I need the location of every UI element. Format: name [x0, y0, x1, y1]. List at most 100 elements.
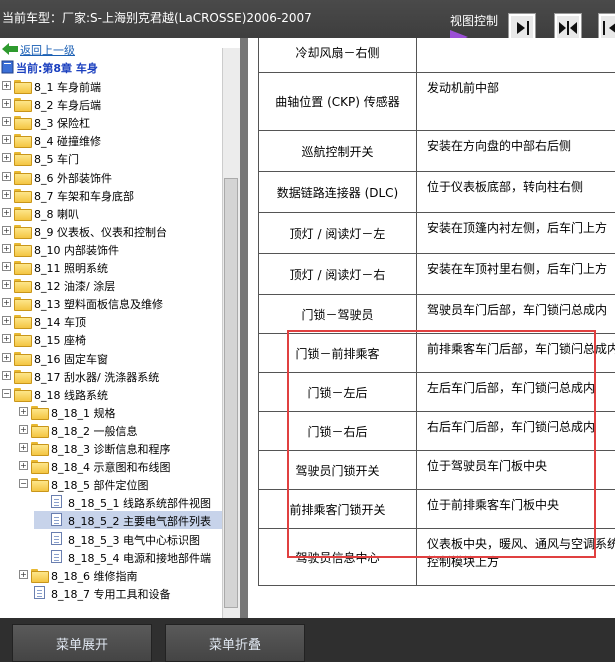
expand-icon[interactable]: +: [2, 99, 11, 109]
component-name: 数据链路连接器 (DLC): [259, 172, 417, 212]
tree-item-label: 8_15 座椅: [34, 334, 86, 348]
folder-icon: [14, 297, 32, 312]
tree-item[interactable]: +8_7 车架和车身底部: [0, 186, 222, 204]
table-row: 巡航控制开关 安装在方向盘的中部右后侧: [259, 131, 615, 172]
table-row: 顶灯 / 阅读灯－左 安装在顶篷内衬左侧，后车门上方: [259, 213, 615, 254]
expand-icon[interactable]: +: [2, 316, 11, 326]
back-link[interactable]: 返回上一级: [0, 40, 222, 58]
bottom-bar: 菜单展开 菜单折叠: [0, 618, 615, 662]
current-chapter-label: 当前:第8章 车身: [16, 62, 98, 75]
current-vehicle: 当前车型：厂家:S-上海别克君越(LaCROSSE)2006-2007: [2, 11, 312, 25]
expand-icon[interactable]: +: [19, 461, 28, 471]
tree-item[interactable]: +8_3 保险杠: [0, 113, 222, 131]
component-name: 冷却风扇－右侧: [259, 38, 417, 72]
component-name: 曲轴位置 (CKP) 传感器: [259, 73, 417, 130]
document-icon: [34, 585, 45, 599]
tree-item[interactable]: +8_12 油漆/ 涂层: [0, 276, 222, 294]
expand-icon[interactable]: +: [19, 424, 28, 434]
folder-icon: [14, 206, 32, 221]
tree-item[interactable]: +8_18_6 维修指南: [17, 566, 222, 584]
component-name: 门锁－驾驶员: [259, 295, 417, 333]
menu-collapse-button[interactable]: 菜单折叠: [165, 624, 305, 662]
folder-icon: [31, 460, 49, 475]
tree-item[interactable]: +8_1 车身前端: [0, 77, 222, 95]
expand-icon[interactable]: +: [2, 262, 11, 271]
folder-icon: [31, 423, 49, 438]
collapse-icon[interactable]: −: [19, 479, 28, 489]
tree-item[interactable]: 8_18_5_2 主要电气部件列表: [34, 511, 222, 530]
tree-item-label: 8_18_6 维修指南: [51, 569, 138, 583]
expand-icon[interactable]: +: [2, 207, 11, 217]
expand-icon[interactable]: +: [19, 569, 28, 579]
document-icon: [51, 531, 62, 545]
tree-item[interactable]: +8_6 外部装饰件: [0, 168, 222, 186]
tree-item[interactable]: +8_5 车门: [0, 149, 222, 167]
folder-icon: [14, 134, 32, 149]
expand-icon[interactable]: +: [19, 406, 28, 416]
tree-item[interactable]: +8_14 车顶: [0, 312, 222, 330]
expand-icon[interactable]: +: [2, 243, 11, 253]
tree-item-label: 8_2 车身后端: [34, 99, 101, 113]
tree-item[interactable]: +8_18_3 诊断信息和程序: [17, 439, 222, 457]
menu-expand-button[interactable]: 菜单展开: [12, 624, 152, 662]
collapse-icon[interactable]: −: [2, 388, 11, 398]
tree-scrollbar-thumb[interactable]: [224, 178, 238, 608]
folder-icon: [14, 351, 32, 366]
tree-item[interactable]: − 8_18_5 部件定位图: [17, 475, 222, 493]
tree-item[interactable]: +8_9 仪表板、仪表和控制台: [0, 222, 222, 240]
tree-item[interactable]: 8_18_7 专用工具和设备: [17, 584, 222, 602]
expand-icon[interactable]: +: [2, 370, 11, 380]
tree-item[interactable]: 8_18_5_4 电源和接地部件端: [34, 548, 222, 566]
tree-item-label: 8_18_5_1 线路系统部件视图: [68, 497, 211, 511]
folder-icon: [14, 170, 32, 185]
folder-icon: [31, 405, 49, 420]
folder-icon: [31, 568, 49, 583]
tree-item[interactable]: +8_17 刮水器/ 洗涤器系统: [0, 367, 222, 385]
tree-item[interactable]: +8_13 塑料面板信息及维修: [0, 294, 222, 312]
table-row: 顶灯 / 阅读灯－右 安装在车顶衬里右侧，后车门上方: [259, 254, 615, 295]
tree-item-label: 8_3 保险杠: [34, 117, 90, 131]
pane-splitter[interactable]: [240, 38, 248, 618]
tree-item[interactable]: +8_10 内部装饰件: [0, 240, 222, 258]
expand-icon[interactable]: +: [2, 298, 11, 308]
expand-icon[interactable]: +: [2, 117, 11, 127]
folder-icon: [31, 478, 49, 493]
table-row: 数据链路连接器 (DLC) 位于仪表板底部，转向柱右侧: [259, 172, 615, 213]
tree-item-label: 8_5 车门: [34, 153, 79, 167]
tree-item[interactable]: +8_16 固定车窗: [0, 349, 222, 367]
tree-item[interactable]: 8_18_5_3 电气中心标识图: [34, 530, 222, 548]
view-control-label: 视图控制: [450, 14, 499, 28]
expand-icon[interactable]: +: [2, 153, 11, 163]
tree-item-label: 8_13 塑料面板信息及维修: [34, 298, 163, 312]
expand-icon[interactable]: +: [2, 225, 11, 235]
tree-item[interactable]: +8_18_2 一般信息: [17, 421, 222, 439]
tree-item[interactable]: +8_8 喇叭: [0, 204, 222, 222]
expand-icon[interactable]: +: [19, 443, 28, 452]
tree-item-label: 8_18_4 示意图和布线图: [51, 461, 171, 475]
folder-icon: [14, 80, 32, 94]
tree-item[interactable]: +8_11 照明系统: [0, 258, 222, 276]
tree-item-label: 8_6 外部装饰件: [34, 171, 112, 185]
expand-icon[interactable]: +: [2, 81, 11, 90]
tree-item-label: 8_17 刮水器/ 洗涤器系统: [34, 370, 160, 384]
tree-item-label: 8_18_5_2 主要电气部件列表: [68, 515, 211, 529]
tree-item[interactable]: − 8_18 线路系统: [0, 385, 222, 403]
tree-item[interactable]: +8_18_1 规格: [17, 403, 222, 421]
expand-icon[interactable]: +: [2, 280, 11, 290]
expand-icon[interactable]: +: [2, 135, 11, 145]
folder-icon: [14, 152, 32, 167]
expand-icon[interactable]: +: [2, 334, 11, 344]
table-row: 冷却风扇－右侧: [259, 38, 615, 73]
tree-item[interactable]: +8_4 碰撞维修: [0, 131, 222, 149]
tree-item[interactable]: +8_2 车身后端: [0, 95, 222, 113]
expand-icon[interactable]: +: [2, 171, 11, 181]
tree-item[interactable]: 8_18_5_1 线路系统部件视图: [34, 493, 222, 511]
folder-icon: [14, 387, 32, 402]
table-row: 门锁－驾驶员 驾驶员车门后部，车门锁闩总成内: [259, 295, 615, 334]
tree-item[interactable]: +8_15 座椅: [0, 330, 222, 348]
expand-icon[interactable]: +: [2, 352, 11, 362]
component-location: 发动机前中部: [427, 81, 500, 95]
expand-icon[interactable]: +: [2, 189, 11, 199]
tree-item[interactable]: +8_18_4 示意图和布线图: [17, 457, 222, 475]
folder-icon: [14, 188, 32, 203]
